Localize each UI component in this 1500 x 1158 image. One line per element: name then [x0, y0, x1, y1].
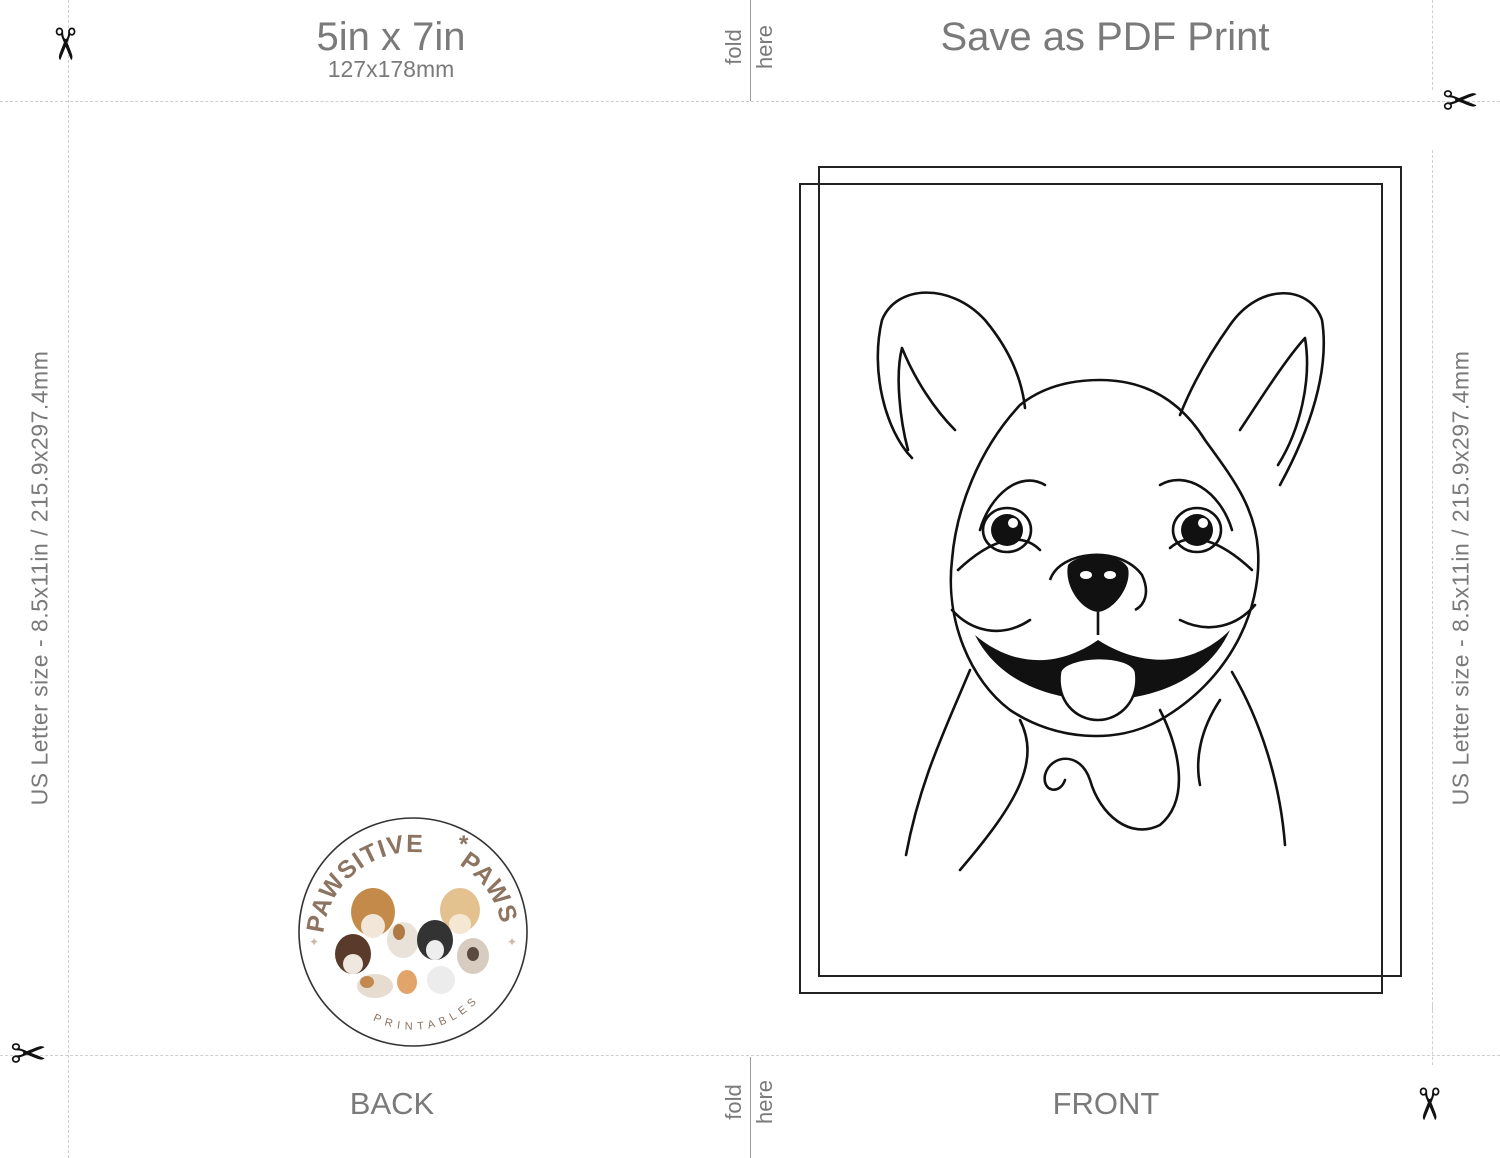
- scissors-icon: ✂: [1402, 1085, 1454, 1123]
- fold-line-top: [750, 0, 751, 101]
- bottom-cut-guide: [0, 1055, 1500, 1056]
- right-ear-outline: [1178, 291, 1326, 487]
- pawsitive-paws-logo: PAWSITIVE * PAWS PRINTABLES ✦ ✦: [298, 817, 528, 1047]
- back-label: BACK: [349, 1086, 435, 1121]
- fold-label-bottom: fold: [721, 1084, 746, 1120]
- paper-size-label-right: US Letter size - 8.5x11in / 215.9x297.4m…: [1447, 350, 1474, 806]
- svg-text:✦: ✦: [507, 935, 517, 949]
- right-cut-guide-bottom: [1432, 1005, 1433, 1065]
- neck-left: [904, 668, 972, 857]
- front-label: FRONT: [1052, 1086, 1160, 1121]
- right-pupil: [1181, 514, 1213, 546]
- nose: [1067, 555, 1129, 612]
- svg-text:✦: ✦: [309, 935, 319, 949]
- neck-right: [1230, 670, 1287, 847]
- right-ear-inner: [1238, 336, 1309, 467]
- right-cut-guide-top: [1432, 0, 1433, 90]
- left-pupil: [991, 514, 1023, 546]
- scissors-icon: ✂: [10, 1029, 47, 1080]
- tongue: [1058, 656, 1138, 722]
- card-size-metric-label: 127x178mm: [327, 56, 455, 82]
- french-bulldog-illustration: [876, 291, 1326, 872]
- card-size-label: 5in x 7in: [316, 15, 466, 59]
- save-pdf-title: Save as PDF Print: [940, 15, 1270, 59]
- right-cut-guide: [1432, 150, 1433, 1010]
- here-label-bottom: here: [752, 1079, 777, 1125]
- fold-line-bottom: [750, 1057, 751, 1158]
- scissors-icon: ✂: [1442, 76, 1479, 127]
- paper-size-label-left: US Letter size - 8.5x11in / 215.9x297.4m…: [26, 350, 53, 806]
- top-cut-guide: [0, 101, 1500, 102]
- left-cut-guide: [68, 0, 69, 1158]
- scissors-icon: ✂: [38, 25, 90, 63]
- fold-label-top: fold: [721, 29, 746, 65]
- left-ear-inner: [897, 346, 957, 452]
- here-label-top: here: [752, 24, 777, 70]
